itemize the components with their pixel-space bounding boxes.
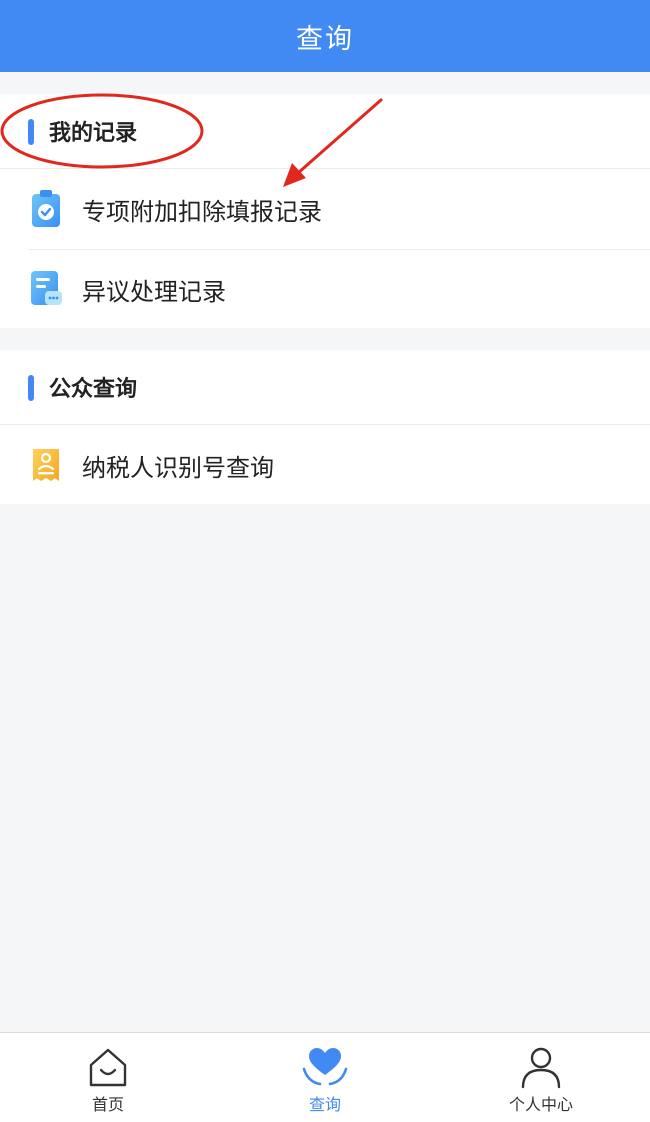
list-item-deduction-records[interactable]: 专项附加扣除填报记录 bbox=[0, 169, 650, 249]
tab-profile[interactable]: 个人中心 bbox=[466, 1033, 616, 1122]
tab-home[interactable]: 首页 bbox=[33, 1033, 183, 1122]
public-query-section: 公众查询 纳税人识别号查询 bbox=[0, 350, 650, 504]
document-chat-icon bbox=[31, 271, 62, 305]
tab-label: 个人中心 bbox=[508, 1095, 573, 1114]
list-item-objection-records[interactable]: 异议处理记录 bbox=[0, 249, 650, 329]
clipboard-check-icon bbox=[32, 190, 60, 227]
page-title: 查询 bbox=[296, 23, 354, 55]
person-icon bbox=[521, 1047, 561, 1089]
section-header: 我的记录 bbox=[0, 94, 650, 169]
section-header: 公众查询 bbox=[0, 350, 650, 425]
list-item-label: 纳税人识别号查询 bbox=[82, 453, 274, 482]
id-badge-icon bbox=[33, 449, 59, 481]
bottom-tab-bar: 首页 查询 个人中心 bbox=[0, 1032, 650, 1122]
home-icon bbox=[89, 1048, 127, 1087]
list-item-taxpayer-id-query[interactable]: 纳税人识别号查询 bbox=[0, 425, 650, 505]
section-title: 我的记录 bbox=[49, 121, 138, 146]
tab-label: 首页 bbox=[91, 1095, 124, 1114]
section-accent-bar bbox=[28, 119, 34, 145]
tab-label: 查询 bbox=[308, 1095, 341, 1114]
my-records-section: 我的记录 专项附加扣除填报记录 异议处理记录 bbox=[0, 94, 650, 328]
section-title: 公众查询 bbox=[49, 377, 138, 402]
tab-query[interactable]: 查询 bbox=[250, 1033, 400, 1122]
heart-hands-icon bbox=[302, 1048, 348, 1086]
section-accent-bar bbox=[28, 375, 34, 401]
list-item-label: 专项附加扣除填报记录 bbox=[82, 197, 322, 226]
page-header: 查询 bbox=[0, 0, 650, 72]
list-item-label: 异议处理记录 bbox=[82, 277, 226, 306]
